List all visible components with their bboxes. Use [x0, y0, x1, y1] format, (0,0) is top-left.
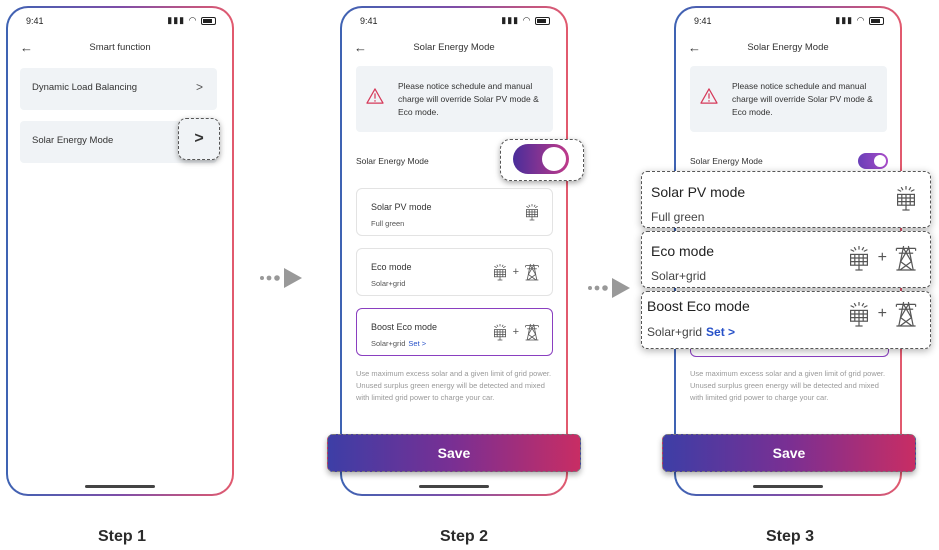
toggle-knob	[542, 147, 566, 171]
status-time: 9:41	[694, 16, 712, 26]
page-title: Smart function	[89, 42, 151, 53]
save-button[interactable]: Save	[662, 434, 916, 472]
mode-subtitle-text: Solar+grid	[647, 325, 703, 339]
battery-icon	[201, 16, 216, 25]
mode-subtitle: Solar+grid Set >	[371, 339, 426, 348]
mode-card-solar-pv[interactable]: Solar PV mode Full green	[356, 188, 553, 236]
set-link[interactable]: Set >	[706, 325, 735, 339]
nav-bar: ← Solar Energy Mode	[686, 40, 890, 56]
notice-box: Please notice schedule and manual charge…	[690, 66, 887, 132]
plus-sign: +	[877, 305, 887, 322]
solar-energy-mode-label: Solar Energy Mode	[356, 156, 429, 166]
screen-step1: 9:41 ▮▮▮ ◠ ← Smart function Dynamic Load…	[8, 8, 232, 494]
solar-energy-mode-chevron-button[interactable]: >	[178, 118, 220, 160]
status-bar: 9:41 ▮▮▮ ◠	[690, 14, 886, 28]
step-arrow-icon	[260, 268, 302, 288]
mode-subtitle: Solar+grid	[651, 269, 707, 283]
step-label-3: Step 3	[765, 528, 814, 545]
solar-panel-icon	[492, 263, 508, 281]
nav-bar: ← Solar Energy Mode	[352, 40, 556, 56]
status-icons: ▮▮▮ ◠	[167, 15, 216, 26]
status-time: 9:41	[360, 16, 378, 26]
home-indicator	[419, 485, 489, 488]
battery-icon	[535, 16, 550, 25]
plus-sign: +	[512, 266, 519, 278]
set-link[interactable]: Set >	[408, 339, 426, 348]
solar-panel-icon	[524, 203, 540, 221]
mode-icons	[524, 203, 540, 221]
mode-description: Use maximum excess solar and a given lim…	[356, 369, 552, 402]
mode-icons: +	[847, 300, 918, 328]
page-title: Solar Energy Mode	[413, 42, 495, 53]
power-tower-icon	[894, 300, 918, 328]
mode-title: Eco mode	[651, 243, 715, 259]
battery-icon	[869, 16, 884, 25]
power-tower-icon	[894, 244, 918, 272]
solar-panel-icon	[847, 244, 871, 272]
status-bar: 9:41 ▮▮▮ ◠	[22, 14, 218, 28]
solar-panel-icon	[492, 323, 508, 341]
mode-card-solar-pv-enlarged[interactable]: Solar PV mode Full green	[641, 171, 931, 228]
toggle-knob	[874, 155, 886, 167]
power-tower-icon	[524, 323, 540, 341]
notice-text: Please notice schedule and manual charge…	[732, 81, 873, 117]
mode-card-eco-enlarged[interactable]: Eco mode Solar+grid +	[641, 231, 931, 288]
mode-icons: +	[847, 244, 918, 272]
solar-panel-icon	[894, 184, 918, 212]
plus-sign: +	[512, 326, 519, 338]
solar-energy-mode-toggle[interactable]	[513, 144, 569, 174]
status-bar: 9:41 ▮▮▮ ◠	[356, 14, 552, 28]
notice-box: Please notice schedule and manual charge…	[356, 66, 553, 132]
status-icons: ▮▮▮ ◠	[501, 15, 550, 26]
mode-subtitle: Full green	[371, 219, 405, 228]
notice-text: Please notice schedule and manual charge…	[398, 81, 539, 117]
warning-icon	[366, 88, 384, 104]
step-label-1: Step 1	[97, 528, 146, 545]
chevron-right-icon: >	[194, 130, 204, 147]
mode-card-boost-eco-enlarged[interactable]: Boost Eco mode Solar+grid Set > +	[641, 291, 931, 349]
mode-card-eco[interactable]: Eco mode Solar+grid +	[356, 248, 553, 296]
screen-step2: 9:41 ▮▮▮ ◠ ← Solar Energy Mode Please no…	[342, 8, 566, 494]
menu-item-label: Dynamic Load Balancing	[32, 82, 138, 93]
mode-title: Solar PV mode	[371, 202, 432, 212]
mode-description: Use maximum excess solar and a given lim…	[690, 369, 886, 402]
nav-bar: ← Smart function	[18, 40, 222, 56]
home-indicator	[85, 485, 155, 488]
menu-item-dynamic-load-balancing[interactable]: Dynamic Load Balancing >	[20, 68, 217, 110]
power-tower-icon	[524, 263, 540, 281]
warning-icon	[700, 88, 718, 104]
mode-icons: +	[492, 263, 540, 281]
home-indicator	[753, 485, 823, 488]
plus-sign: +	[877, 249, 887, 266]
solar-energy-mode-label: Solar Energy Mode	[690, 156, 763, 166]
mode-card-boost-eco[interactable]: Boost Eco mode Solar+grid Set > +	[356, 308, 553, 356]
status-time: 9:41	[26, 16, 44, 26]
mode-icons	[894, 184, 918, 212]
mode-title: Eco mode	[371, 262, 412, 272]
toggle-highlight	[500, 139, 584, 181]
mode-title: Solar PV mode	[651, 184, 746, 200]
solar-panel-icon	[847, 300, 871, 328]
mode-icons: +	[492, 323, 540, 341]
menu-item-label: Solar Energy Mode	[32, 135, 114, 146]
chevron-right-icon: >	[195, 80, 203, 94]
save-button[interactable]: Save	[327, 434, 581, 472]
mode-subtitle: Solar+grid Set >	[647, 325, 735, 339]
mode-subtitle-text: Solar+grid	[371, 339, 406, 348]
phone-step1: 9:41 ▮▮▮ ◠ ← Smart function Dynamic Load…	[6, 6, 234, 496]
page-title: Solar Energy Mode	[747, 42, 829, 53]
step-label-2: Step 2	[439, 528, 488, 545]
step-arrow-icon	[588, 278, 630, 298]
mode-subtitle: Full green	[651, 210, 705, 224]
solar-energy-mode-toggle[interactable]	[858, 153, 888, 169]
mode-title: Boost Eco mode	[647, 298, 750, 314]
mode-subtitle: Solar+grid	[371, 279, 406, 288]
mode-title: Boost Eco mode	[371, 322, 438, 332]
status-icons: ▮▮▮ ◠	[835, 15, 884, 26]
phone-step2: 9:41 ▮▮▮ ◠ ← Solar Energy Mode Please no…	[340, 6, 568, 496]
